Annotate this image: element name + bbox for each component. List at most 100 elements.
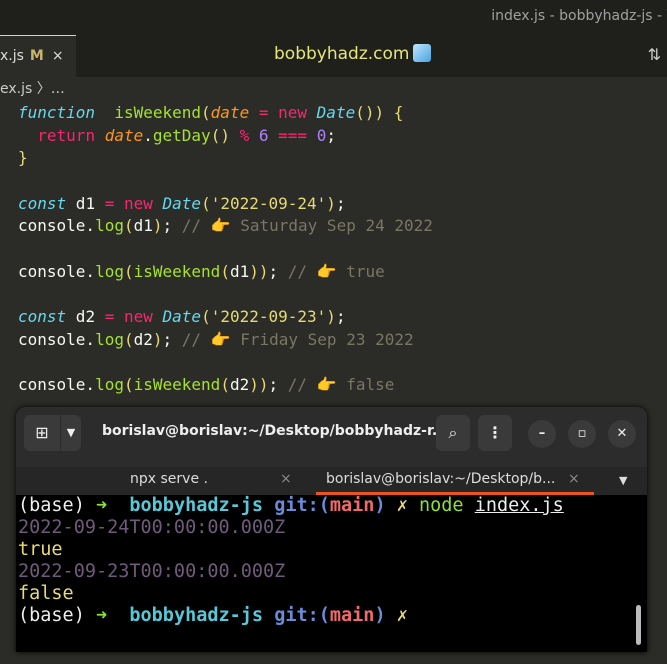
token: git:( [274, 495, 330, 516]
brand-text: bobbyhadz.com [274, 44, 410, 64]
token: ➜ [95, 495, 130, 516]
window-title: index.js - bobbyhadz-js - Vis [491, 8, 667, 24]
code-line: } [18, 147, 433, 170]
git-compare-icon[interactable]: ⇅ [648, 45, 661, 64]
terminal-line: 2022-09-23T00:00:00.000Z [18, 561, 647, 583]
token: () [210, 125, 230, 145]
code-editor[interactable]: function isWeekend(date = new Date()) { … [18, 102, 433, 397]
breadcrumb[interactable]: ex.js 〉… [0, 78, 65, 98]
token: )) [249, 261, 269, 281]
token: date [210, 103, 250, 122]
terminal-tab-active[interactable]: borislav@borislav:~/Desktop/b... × [316, 467, 594, 495]
token: ; [335, 193, 346, 213]
token: ( [220, 375, 230, 395]
new-tab-button[interactable]: ⊞ [24, 415, 60, 451]
token: 6 [258, 125, 269, 145]
editor-tab-bar: x.js M × bobbyhadz.com ⇅ [0, 35, 667, 77]
token: return [27, 125, 96, 145]
token: ➜ [95, 605, 130, 626]
token: d2 [229, 375, 250, 395]
token: '2022-09-23' [210, 307, 327, 327]
token: main [329, 605, 375, 626]
close-tab-icon[interactable]: × [52, 48, 64, 64]
token: (base) [18, 495, 96, 516]
terminal-title: borislav@borislav:~/Desktop/bobbyhadz-r.… [102, 423, 448, 439]
token: log [95, 329, 124, 349]
search-button[interactable]: ⌕ [436, 415, 470, 451]
token: ( [123, 375, 134, 395]
token: new [123, 193, 153, 213]
close-icon: ✕ [616, 426, 628, 441]
token: % [239, 125, 250, 145]
tab-label: npx serve . [130, 471, 208, 487]
token: isWeekend [133, 261, 221, 281]
terminal-line: false [18, 583, 647, 605]
token: ) [326, 193, 336, 213]
menu-button[interactable]: ⋮ [478, 415, 512, 451]
editor-tab-index-js[interactable]: x.js M × [0, 35, 76, 77]
token: ( [201, 193, 211, 213]
token: false [18, 583, 74, 604]
token: log [95, 261, 124, 281]
search-icon: ⌕ [448, 423, 458, 442]
tab-menu-button[interactable]: ▼ [61, 415, 81, 451]
minimize-icon: – [538, 426, 546, 441]
token: index.js [474, 495, 564, 516]
token: ; [326, 125, 336, 145]
token: node [419, 495, 475, 516]
token: ✗ [385, 495, 420, 516]
maximize-button[interactable]: ▫ [568, 420, 596, 448]
scrollbar[interactable] [636, 605, 641, 645]
token: ✗ [385, 605, 408, 626]
token: 2022-09-23T00:00:00.000Z [18, 561, 286, 582]
token: log [95, 375, 124, 395]
close-tab-icon[interactable]: × [280, 471, 292, 487]
token: Date [162, 307, 202, 327]
token: ) [152, 329, 163, 349]
chevron-down-icon: ▼ [66, 426, 76, 439]
token: // 👉 true [287, 261, 385, 281]
token: = [104, 307, 115, 327]
token: true [18, 539, 63, 560]
token: )) [249, 375, 269, 395]
terminal-line: (base) ➜ bobbyhadz-js git:(main) ✗ node … [18, 495, 647, 517]
token: ) [152, 216, 163, 236]
code-line: const d1 = new Date('2022-09-24'); [18, 193, 433, 216]
close-button[interactable]: ✕ [608, 420, 636, 448]
close-tab-icon[interactable]: × [568, 471, 580, 487]
token: git:( [274, 605, 330, 626]
token: const [18, 193, 67, 213]
kebab-menu-icon: ⋮ [487, 423, 503, 442]
terminal-window: ⊞ ▼ borislav@borislav:~/Desktop/bobbyhad… [16, 407, 647, 652]
token: ( [123, 261, 134, 281]
minimize-button[interactable]: – [528, 420, 556, 448]
token: d2 [133, 329, 153, 349]
token: === [278, 125, 308, 145]
token: isWeekend [133, 375, 221, 395]
token: function [18, 103, 96, 122]
tabs-dropdown-icon[interactable]: ▼ [619, 474, 627, 487]
token: ) [374, 605, 386, 626]
token: log [95, 216, 124, 236]
token: ) [374, 495, 386, 516]
terminal-output[interactable]: (base) ➜ bobbyhadz-js git:(main) ✗ node … [16, 495, 647, 652]
token: // 👉 Saturday Sep 24 2022 [181, 216, 433, 236]
token: Date [316, 103, 356, 122]
token: ( [123, 329, 134, 349]
terminal-header: ⊞ ▼ borislav@borislav:~/Desktop/bobbyhad… [16, 407, 647, 467]
token: ()) { [355, 103, 404, 122]
token: ( [220, 261, 230, 281]
new-tab-icon: ⊞ [35, 423, 49, 442]
terminal-line: 2022-09-24T00:00:00.000Z [18, 517, 647, 539]
maximize-icon: ▫ [577, 426, 587, 441]
